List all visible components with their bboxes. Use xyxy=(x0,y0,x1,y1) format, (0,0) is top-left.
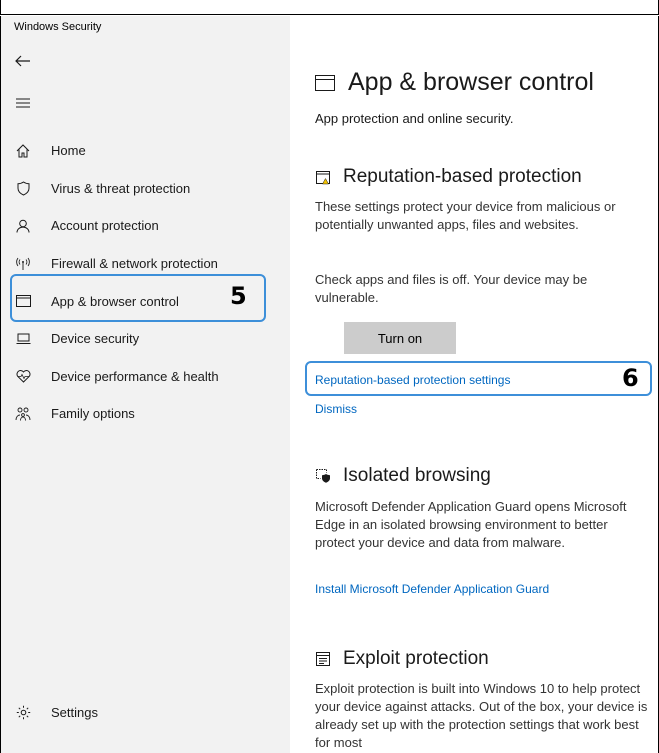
sidebar-item-label: Family options xyxy=(51,406,135,422)
laptop-icon xyxy=(15,331,31,347)
exploit-protection-icon xyxy=(315,651,331,667)
hamburger-icon xyxy=(16,98,30,108)
reputation-section-title: Reputation-based protection xyxy=(315,166,582,188)
sidebar-item-account-protection[interactable]: Account protection xyxy=(1,207,290,245)
step-5-label: 5 xyxy=(230,282,247,310)
install-application-guard-link[interactable]: Install Microsoft Defender Application G… xyxy=(315,582,549,596)
reputation-warning-icon xyxy=(315,169,331,185)
dismiss-link[interactable]: Dismiss xyxy=(315,402,357,416)
sidebar-item-home[interactable]: Home xyxy=(1,132,290,170)
person-icon xyxy=(15,218,31,234)
reputation-settings-link[interactable]: Reputation-based protection settings xyxy=(315,373,510,387)
turn-on-button[interactable]: Turn on xyxy=(344,322,456,354)
wifi-antenna-icon xyxy=(15,256,31,272)
top-frame xyxy=(0,0,659,15)
sidebar-item-label: Device performance & health xyxy=(51,368,219,384)
sidebar-item-device-performance-health[interactable]: Device performance & health xyxy=(1,358,290,396)
sidebar-item-label: Settings xyxy=(51,704,98,720)
hamburger-menu-button[interactable] xyxy=(6,88,40,118)
windows-security-window: Windows Security Home Virus & threat pro… xyxy=(0,16,659,753)
back-button[interactable] xyxy=(6,46,40,76)
main-content: App & browser control App protection and… xyxy=(290,16,658,753)
isolated-browsing-icon xyxy=(315,468,331,484)
sidebar-item-family-options[interactable]: Family options xyxy=(1,395,290,433)
page-title: App & browser control xyxy=(315,68,594,97)
back-arrow-icon xyxy=(15,55,30,67)
family-icon xyxy=(15,406,31,422)
isolated-title-text: Isolated browsing xyxy=(343,465,491,486)
exploit-description: Exploit protection is built into Windows… xyxy=(315,681,648,750)
sidebar-item-label: Home xyxy=(51,143,86,159)
isolated-description: Microsoft Defender Application Guard ope… xyxy=(315,499,627,550)
home-icon xyxy=(15,143,31,159)
sidebar-item-label: Firewall & network protection xyxy=(51,256,218,272)
gear-icon xyxy=(15,704,31,720)
sidebar-item-label: Account protection xyxy=(51,218,159,234)
step-6-label: 6 xyxy=(622,364,639,392)
app-title: Windows Security xyxy=(14,21,102,33)
sidebar: Windows Security Home Virus & threat pro… xyxy=(1,16,290,753)
sidebar-item-firewall-network-protection[interactable]: Firewall & network protection xyxy=(1,245,290,283)
sidebar-item-label: Virus & threat protection xyxy=(51,180,191,196)
reputation-warning-text: Check apps and files is off. Your device… xyxy=(315,272,588,305)
browser-window-icon xyxy=(15,293,31,309)
shield-icon xyxy=(15,180,31,196)
page-subtitle: App protection and online security. xyxy=(315,111,514,126)
heart-icon xyxy=(15,368,31,384)
sidebar-item-label: Device security xyxy=(51,331,140,347)
sidebar-item-settings[interactable]: Settings xyxy=(1,694,290,730)
sidebar-item-virus-threat-protection[interactable]: Virus & threat protection xyxy=(1,170,290,208)
isolated-section-title: Isolated browsing xyxy=(315,465,491,487)
reputation-description: These settings protect your device from … xyxy=(315,199,616,232)
exploit-title-text: Exploit protection xyxy=(343,648,489,669)
sidebar-item-label: App & browser control xyxy=(51,293,179,309)
browser-window-icon xyxy=(315,74,335,91)
sidebar-item-device-security[interactable]: Device security xyxy=(1,320,290,358)
page-title-text: App & browser control xyxy=(348,68,594,96)
exploit-section-title: Exploit protection xyxy=(315,648,489,670)
reputation-title-text: Reputation-based protection xyxy=(343,166,582,187)
